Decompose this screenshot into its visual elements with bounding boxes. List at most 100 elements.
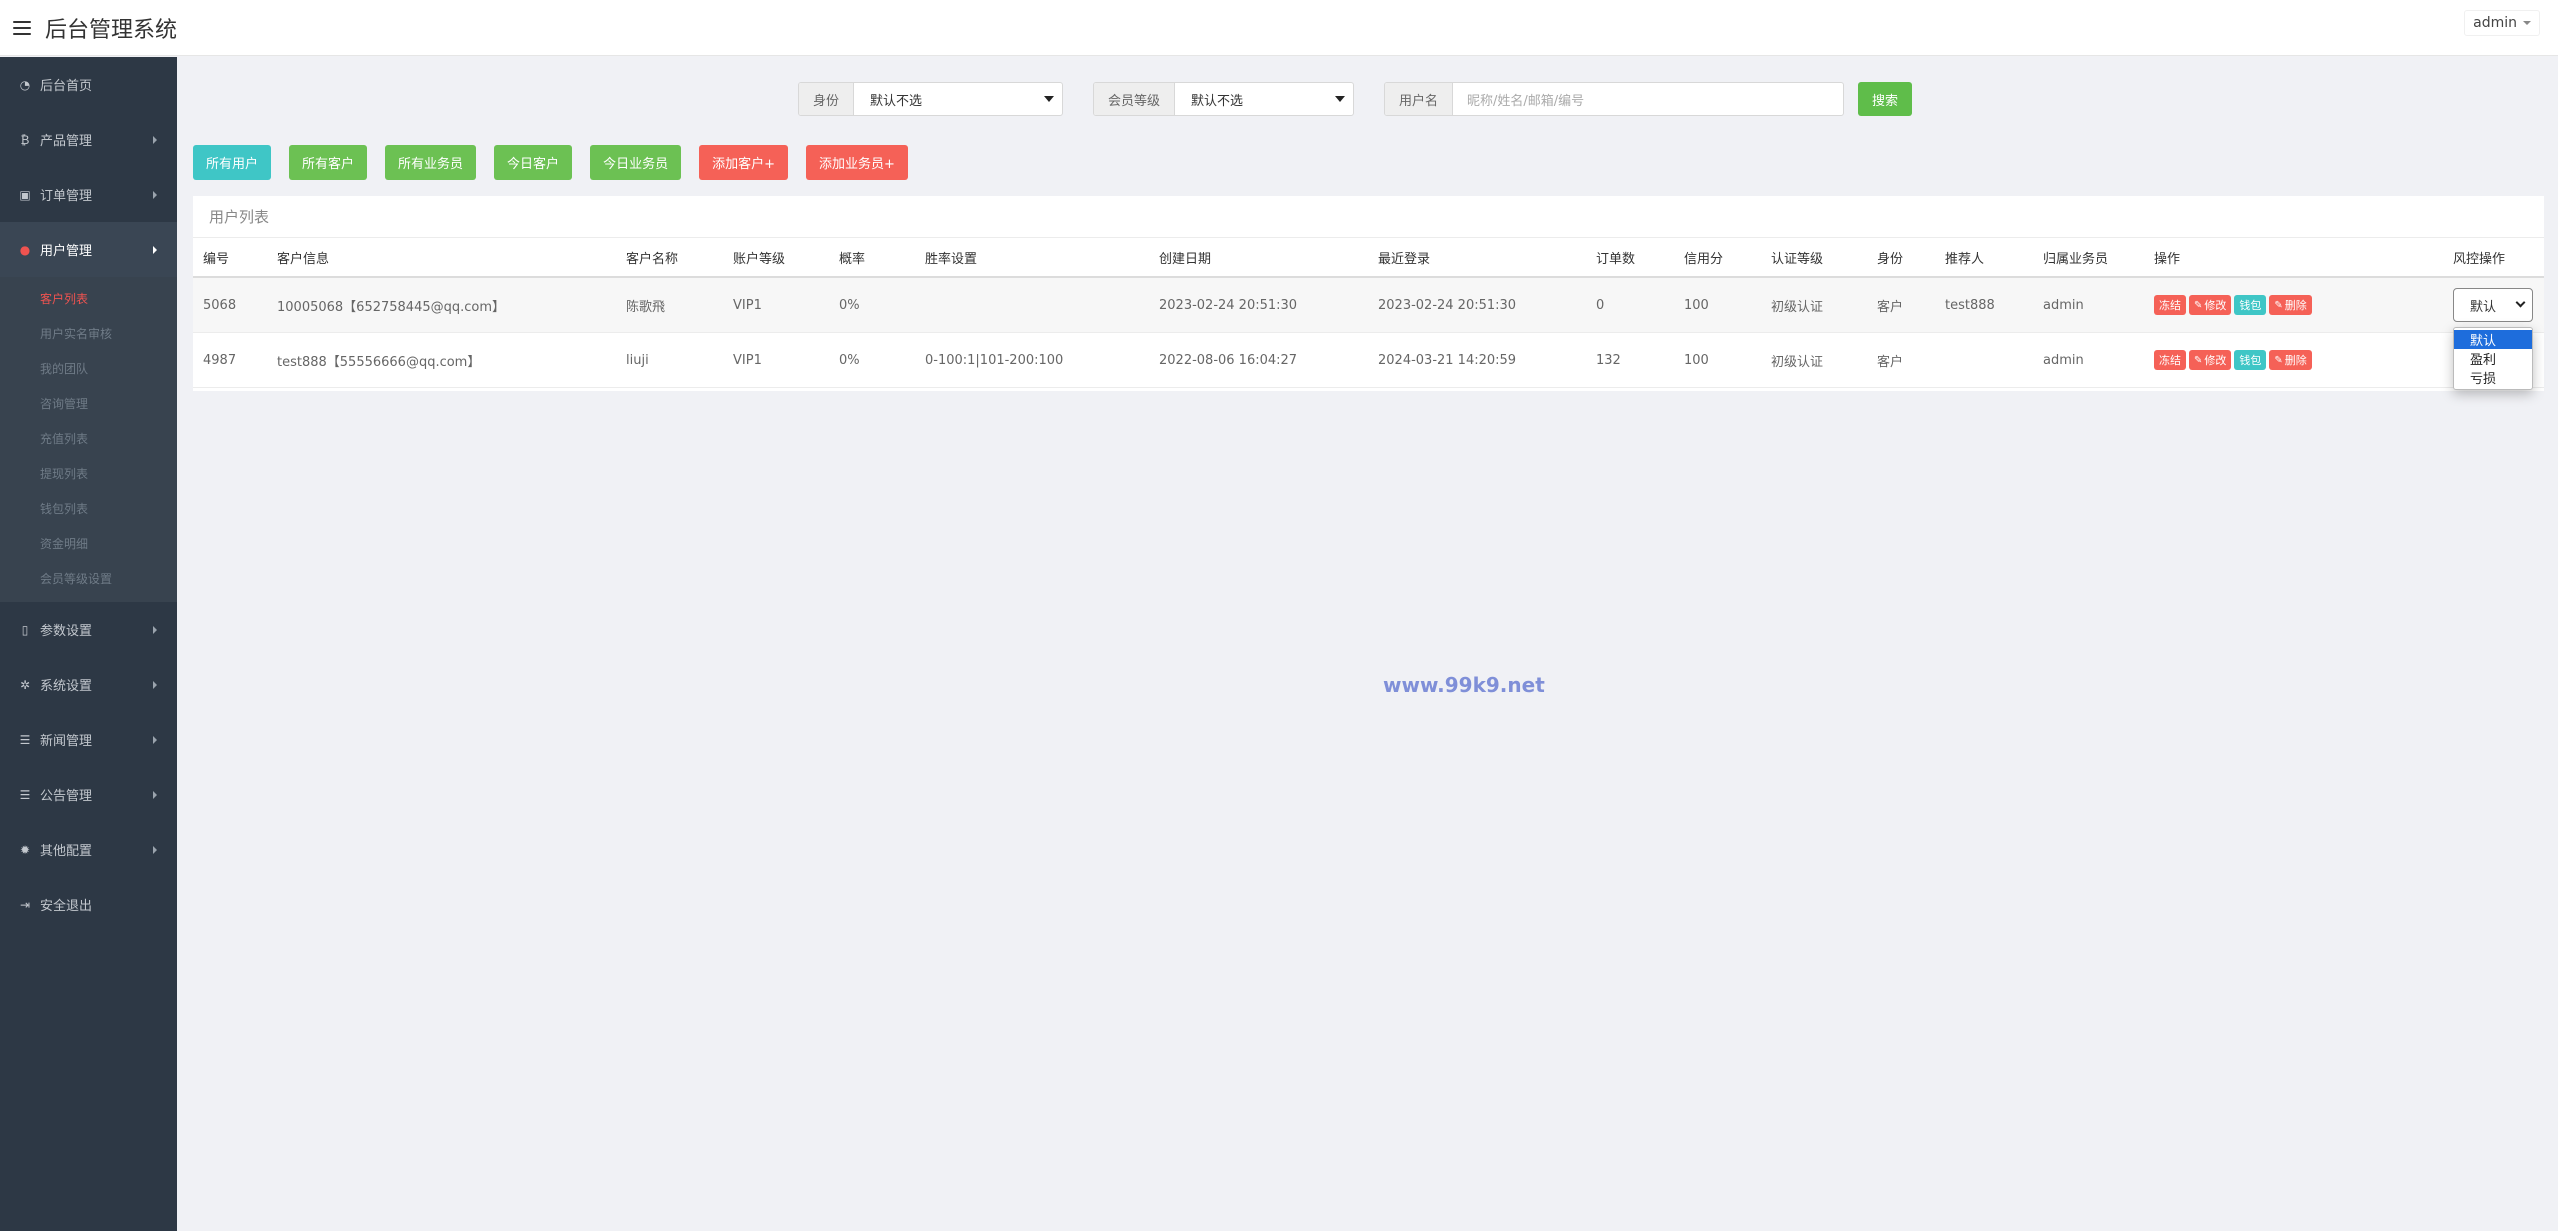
top-header: 后台管理系统 admin xyxy=(0,0,2558,56)
delete-button-label: 删除 xyxy=(2284,354,2307,367)
submenu-item[interactable]: 用户实名审核 xyxy=(0,316,177,351)
column-header: 客户信息 xyxy=(277,251,330,267)
table-cell: 100 xyxy=(1684,352,1709,368)
caret-right-icon xyxy=(153,190,157,199)
submenu-item[interactable]: 咨询管理 xyxy=(0,386,177,421)
table-body: 5068 10005068【652758445@qq.com】 陈歌飛 VIP1 0% 2… xyxy=(193,278,2544,388)
sidebar-item-label: 产品管理 xyxy=(40,134,93,149)
username-input[interactable]: 昵称/姓名/邮箱/编号 xyxy=(1453,83,1843,115)
submenu-item[interactable]: 充值列表 xyxy=(0,421,177,456)
table-cell: 客户 xyxy=(1877,299,1904,315)
menu-toggle-icon[interactable] xyxy=(13,20,31,35)
risk-option[interactable]: 默认 xyxy=(2454,330,2532,349)
edit-button-label: 修改 xyxy=(2204,299,2227,312)
table-cell: 初级认证 xyxy=(1771,354,1824,370)
list-icon: ☰ xyxy=(19,787,31,802)
action-button[interactable]: 添加客户+ xyxy=(699,145,788,180)
sidebar-item-label: 其他配置 xyxy=(40,844,93,859)
wallet-button[interactable]: 钱包 xyxy=(2234,295,2267,315)
watermark: www.99k9.net xyxy=(1383,673,1545,697)
gear-icon: ✹ xyxy=(19,842,31,857)
dropdown-arrow-icon xyxy=(1044,96,1055,102)
table-cell: 132 xyxy=(1596,352,1621,368)
caret-right-icon xyxy=(153,735,157,744)
freeze-button[interactable]: 冻结 xyxy=(2154,350,2186,370)
table-cell: 2024-03-21 14:20:59 xyxy=(1378,352,1517,368)
level-filter: 会员等级 默认不选 xyxy=(1093,82,1355,116)
risk-option[interactable]: 亏损 xyxy=(2454,368,2532,387)
sidebar: ◔ 后台首页 ₿ 产品管理 ▣ 订单管理 ● 用户管理客户列表 用户实名审核 我的团队 咨询管理 充值… xyxy=(0,57,177,1231)
sidebar-item[interactable]: ☰ 公告管理 xyxy=(0,767,177,822)
column-header: 客户名称 xyxy=(626,251,679,267)
user-icon: ● xyxy=(19,242,31,257)
sidebar-item-label: 系统设置 xyxy=(40,679,93,694)
action-button[interactable]: 添加业务员+ xyxy=(805,145,908,180)
sidebar-item[interactable]: ◔ 后台首页 xyxy=(0,57,177,112)
table-row: 4987 test888【55556666@qq.com】 liuji VIP1 0% 0… xyxy=(193,333,2544,388)
sign-out-icon: ⇥ xyxy=(19,897,31,912)
risk-option[interactable]: 盈利 xyxy=(2454,349,2532,368)
delete-button[interactable]: ✎ 删除 xyxy=(2269,350,2312,370)
table-cell: 4987 xyxy=(203,352,237,368)
row-actions: 冻结 ✎ 修改 钱包 ✎ 删除 xyxy=(2154,278,2312,332)
caret-down-icon xyxy=(2523,21,2531,25)
freeze-button[interactable]: 冻结 xyxy=(2154,295,2186,315)
chevron-down-icon xyxy=(2515,297,2526,308)
file-icon: ▯ xyxy=(21,622,29,637)
table-cell: test888 xyxy=(1945,297,1995,313)
caret-right-icon xyxy=(153,680,157,689)
sidebar-item-label: 公告管理 xyxy=(40,789,93,804)
submenu-item[interactable]: 钱包列表 xyxy=(0,491,177,526)
sidebar-item[interactable]: ✹ 其他配置 xyxy=(0,822,177,877)
pencil-icon: ✎ xyxy=(2274,354,2283,366)
column-header: 最近登录 xyxy=(1378,251,1431,267)
sidebar-item[interactable]: ▯ 参数设置 xyxy=(0,602,177,657)
sidebar-item-label: 后台首页 xyxy=(40,79,93,94)
sidebar-item[interactable]: ⇥ 安全退出 xyxy=(0,877,177,932)
action-button[interactable]: 今日客户 xyxy=(494,145,573,180)
sidebar-item-label: 参数设置 xyxy=(40,624,93,639)
table-cell: 0-100:1|101-200:100 xyxy=(925,352,1064,368)
delete-button[interactable]: ✎ 删除 xyxy=(2269,295,2312,315)
user-menu[interactable]: admin xyxy=(2464,10,2540,36)
column-header: 概率 xyxy=(839,251,866,267)
column-header: 推荐人 xyxy=(1945,251,1985,267)
table-cell: 0 xyxy=(1596,297,1605,313)
submenu-item[interactable]: 我的团队 xyxy=(0,351,177,386)
action-button[interactable]: 所有业务员 xyxy=(385,145,477,180)
submenu-item[interactable]: 会员等级设置 xyxy=(0,561,177,596)
identity-select[interactable]: 默认不选 xyxy=(854,83,1062,115)
username-filter-label: 用户名 xyxy=(1385,83,1454,115)
level-select[interactable]: 默认不选 xyxy=(1175,83,1353,115)
submenu-item[interactable]: 资金明细 xyxy=(0,526,177,561)
wallet-button[interactable]: 钱包 xyxy=(2234,350,2267,370)
pencil-icon: ✎ xyxy=(2194,354,2203,366)
sidebar-item[interactable]: ● 用户管理 xyxy=(0,222,177,277)
sidebar-item[interactable]: ₿ 产品管理 xyxy=(0,112,177,167)
dashboard-icon: ◔ xyxy=(19,77,31,92)
action-button[interactable]: 所有客户 xyxy=(289,145,368,180)
bitcoin-icon: ₿ xyxy=(20,132,30,147)
sidebar-item[interactable]: ✲ 系统设置 xyxy=(0,657,177,712)
table-cell: 0% xyxy=(839,297,860,313)
submenu-item[interactable]: 客户列表 xyxy=(0,281,177,316)
table-header: 编号 客户信息 客户名称 账户等级 概率 胜率设置 创建日期 最近登录 订单数 信用分 认证等级 身份… xyxy=(193,238,2544,278)
edit-button[interactable]: ✎ 修改 xyxy=(2189,350,2232,370)
wallet-button-label: 钱包 xyxy=(2239,354,2262,367)
username-filter: 用户名 昵称/姓名/邮箱/编号 xyxy=(1384,82,1845,116)
risk-control-select[interactable]: 默认 xyxy=(2453,288,2533,322)
table-cell: admin xyxy=(2043,352,2084,368)
identity-select-value: 默认不选 xyxy=(870,93,923,109)
edit-button[interactable]: ✎ 修改 xyxy=(2189,295,2232,315)
wallet-button-label: 钱包 xyxy=(2239,299,2262,312)
search-button[interactable]: 搜索 xyxy=(1858,82,1913,116)
app-title: 后台管理系统 xyxy=(45,17,178,43)
sidebar-item[interactable]: ▣ 订单管理 xyxy=(0,167,177,222)
submenu-item[interactable]: 提现列表 xyxy=(0,456,177,491)
action-button[interactable]: 所有用户 xyxy=(193,145,272,180)
table-cell: admin xyxy=(2043,297,2084,313)
column-header: 操作 xyxy=(2154,251,2181,267)
table-row: 5068 10005068【652758445@qq.com】 陈歌飛 VIP1 0% 2… xyxy=(193,278,2544,333)
sidebar-item[interactable]: ☰ 新闻管理 xyxy=(0,712,177,767)
action-button[interactable]: 今日业务员 xyxy=(590,145,682,180)
